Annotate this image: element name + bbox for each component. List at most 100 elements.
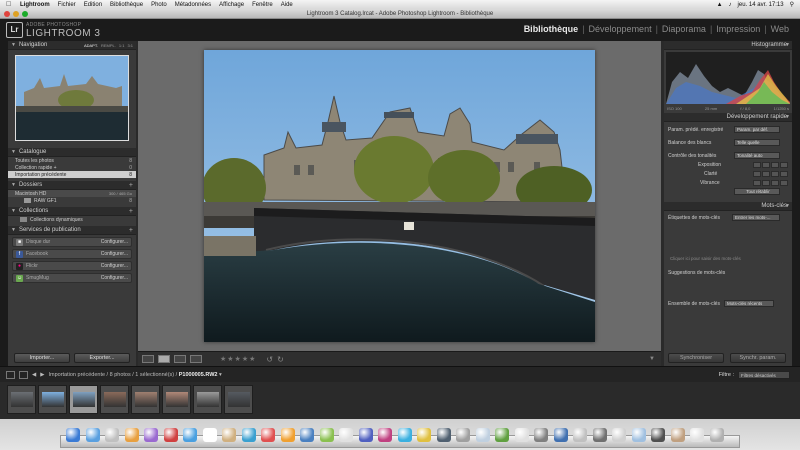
add-collection-icon[interactable]: + [129, 207, 133, 216]
dock-app-icon[interactable] [553, 428, 568, 442]
dock-app-icon[interactable] [397, 428, 412, 442]
menu-bibliotheque[interactable]: Bibliothèque [110, 2, 143, 8]
exposure-buttons[interactable] [753, 161, 788, 168]
dock-app-icon[interactable] [592, 428, 607, 442]
quick-develop-header[interactable]: Développement rapide ▼ [664, 113, 792, 122]
dock-app-icon[interactable] [690, 428, 704, 442]
module-web[interactable]: Web [768, 24, 792, 34]
configure-button[interactable]: Configurer... [101, 251, 128, 257]
services-header[interactable]: ▼ Services de publication + [8, 226, 136, 235]
filmstrip-thumbnail[interactable] [162, 385, 191, 414]
dock-app-icon[interactable] [144, 428, 158, 442]
secondary-window-icon[interactable] [6, 370, 15, 379]
dock-app-icon[interactable] [651, 428, 665, 442]
service-facebook[interactable]: f Facebook Configurer... [12, 249, 132, 259]
menu-edition[interactable]: Edition [84, 2, 102, 8]
dock-app-icon[interactable] [417, 428, 431, 442]
service-smugmug[interactable]: ☺ SmugMug Configurer... [12, 273, 132, 283]
configure-button[interactable]: Configurer... [101, 263, 128, 269]
menu-fenetre[interactable]: Fenêtre [252, 2, 273, 8]
keywords-header[interactable]: Mots-clés ▼ [664, 202, 792, 211]
dock-app-icon[interactable] [261, 428, 275, 442]
volume-row[interactable]: Macintosh HD 300 / 465 Go [8, 190, 136, 197]
dock-app-icon[interactable] [124, 428, 139, 442]
dock-app-icon[interactable] [514, 428, 529, 442]
dock-app-icon[interactable] [241, 428, 256, 442]
zoom-3-1[interactable]: 3:1 [127, 43, 133, 48]
apple-icon[interactable]:  [6, 1, 13, 8]
keyword-tags-box[interactable]: Cliquer ici pour saisir des mots-clés [668, 222, 788, 262]
navigator-preview[interactable] [15, 55, 129, 141]
filter-select[interactable]: Filtres désactivés [738, 370, 790, 379]
keyword-tags-select[interactable]: Entrer les mots-... [732, 214, 780, 221]
loupe-view[interactable] [138, 41, 661, 351]
zoom-adapt[interactable]: ADAPT. [84, 43, 98, 48]
filmstrip-thumbnail[interactable] [38, 385, 67, 414]
service-flickr[interactable]: ● Flickr Configurer... [12, 261, 132, 271]
filmstrip[interactable] [0, 382, 800, 419]
keyword-set-select[interactable]: Mots-clés récents [724, 300, 774, 307]
grid-view-icon[interactable] [142, 355, 154, 363]
catalogue-item-quick[interactable]: Collection rapide + 0 [8, 164, 136, 171]
catalogue-header[interactable]: ▼ Catalogue [8, 148, 136, 157]
menu-aide[interactable]: Aide [281, 2, 293, 8]
module-bibliotheque[interactable]: Bibliothèque [521, 24, 582, 34]
dock-app-icon[interactable] [85, 428, 100, 442]
clock[interactable]: jeu. 14 avr. 17:13 [738, 2, 784, 8]
module-diaporama[interactable]: Diaporama [659, 24, 709, 34]
minimize-window-icon[interactable] [13, 11, 19, 17]
grid-icon[interactable] [19, 370, 28, 379]
rating-stars[interactable]: ★★★★★ [220, 355, 256, 363]
dock-app-icon[interactable] [222, 428, 236, 442]
menu-photo[interactable]: Photo [151, 2, 167, 8]
dock-app-icon[interactable] [300, 428, 314, 442]
dock-app-icon[interactable] [612, 428, 626, 442]
histogram[interactable] [666, 52, 790, 104]
add-service-icon[interactable]: + [129, 226, 133, 235]
left-edge-toggle[interactable] [0, 41, 8, 366]
add-folder-icon[interactable]: + [129, 181, 133, 190]
catalogue-item-all[interactable]: Toutes les photos 8 [8, 157, 136, 164]
main-photo[interactable] [204, 50, 595, 342]
filmstrip-thumbnail[interactable] [100, 385, 129, 414]
forward-arrow-icon[interactable]: ▶ [40, 372, 44, 378]
right-edge-toggle[interactable] [792, 41, 800, 366]
dock-app-icon[interactable] [183, 428, 197, 442]
navigation-header[interactable]: ▼ Navigation ADAPT. REMPL. 1:1 3:1 [8, 41, 136, 50]
survey-view-icon[interactable] [190, 355, 202, 363]
configure-button[interactable]: Configurer... [101, 239, 128, 245]
dock-app-icon[interactable] [631, 428, 646, 442]
dock-app-icon[interactable] [105, 428, 119, 442]
sync-settings-button[interactable]: Synchr. param. [730, 353, 786, 363]
filmstrip-thumbnail[interactable] [131, 385, 160, 414]
service-hard-drive[interactable]: ■ Disque dur Configurer... [12, 237, 132, 247]
dock-app-icon[interactable] [202, 428, 217, 442]
export-button[interactable]: Exporter... [74, 353, 130, 363]
rotate-right-icon[interactable]: ↻ [277, 355, 284, 364]
close-window-icon[interactable] [4, 11, 10, 17]
dossiers-header[interactable]: ▼ Dossiers + [8, 181, 136, 190]
toolbar-menu-icon[interactable]: ▼ [649, 356, 655, 362]
menu-metadonnees[interactable]: Métadonnées [175, 2, 211, 8]
menu-fichier[interactable]: Fichier [58, 2, 76, 8]
filmstrip-thumbnail[interactable] [193, 385, 222, 414]
keyword-suggestions-row[interactable]: Suggestions de mots-clés [664, 268, 792, 277]
white-balance-select[interactable]: Telle quelle [734, 139, 780, 146]
compare-view-icon[interactable] [174, 355, 186, 363]
dock-app-icon[interactable] [378, 428, 392, 442]
back-arrow-icon[interactable]: ◀ [32, 372, 36, 378]
collection-smart-set[interactable]: Collections dynamiques [8, 216, 136, 223]
volume-icon[interactable]: ♪ [729, 2, 732, 8]
loupe-view-icon[interactable] [158, 355, 170, 363]
import-button[interactable]: Importer... [14, 353, 70, 363]
dock-app-icon[interactable] [163, 428, 178, 442]
dock-app-icon[interactable] [66, 428, 80, 442]
filmstrip-thumbnail[interactable] [224, 385, 253, 414]
saved-preset-select[interactable]: Param. par déf. [734, 126, 780, 133]
dock-app-icon[interactable] [475, 428, 490, 442]
auto-tone-button[interactable]: Tonalité auto [734, 152, 780, 159]
vibrance-buttons[interactable] [753, 179, 788, 186]
sync-button[interactable]: Synchroniser [668, 353, 724, 363]
zoom-rempl[interactable]: REMPL. [101, 43, 116, 48]
dock-app-icon[interactable] [436, 428, 451, 442]
